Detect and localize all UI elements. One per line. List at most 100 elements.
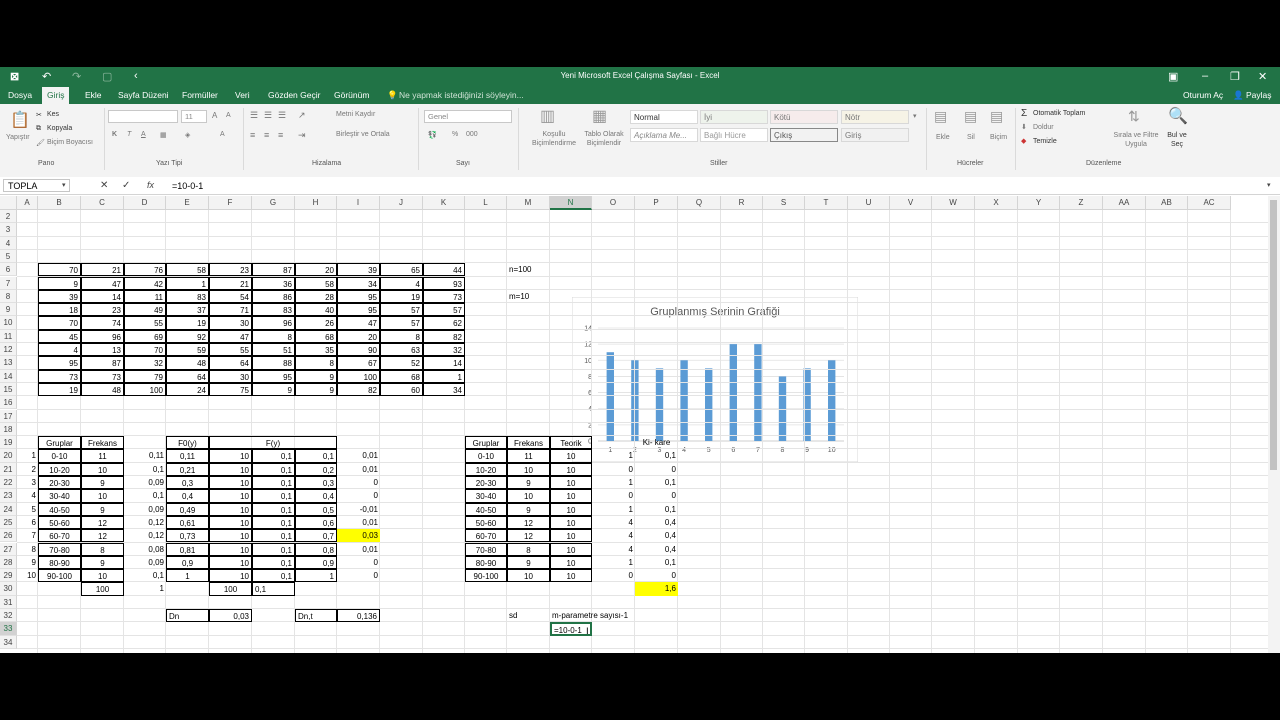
column-header[interactable]: U [848,196,890,210]
freq-cell[interactable]: 0,21 [166,462,209,476]
freq-cell[interactable]: 0,1 [124,569,166,582]
raw-data-cell[interactable]: 47 [81,276,124,290]
row-header[interactable]: 23 [0,489,17,503]
chi-cell[interactable]: 12 [507,529,550,543]
raw-data-cell[interactable]: 11 [124,289,166,304]
chi-cell[interactable]: 10-20 [465,462,507,476]
row-header[interactable]: 24 [0,502,17,516]
raw-data-cell[interactable]: 14 [81,289,124,304]
raw-data-cell[interactable]: 100 [337,369,380,383]
freq-cell[interactable]: 10 [209,502,252,516]
chi-cell[interactable]: 8 [507,542,550,556]
chi-cell[interactable]: 50-60 [465,515,507,530]
raw-data-cell[interactable]: 64 [166,369,209,383]
chi-cell[interactable]: 0,1 [635,503,678,516]
chart-bar[interactable] [828,360,836,441]
raw-data-cell[interactable]: 32 [423,343,465,357]
dnt-value[interactable]: 0,136 [337,609,380,623]
raw-data-cell[interactable]: 57 [380,316,423,330]
share-button[interactable]: Paylaş [1246,90,1272,100]
raw-data-cell[interactable]: 75 [209,382,252,397]
style-linked-cell[interactable]: Bağlı Hücre [700,128,768,142]
raw-data-cell[interactable]: 69 [124,329,166,343]
chi-cell[interactable]: 9 [507,502,550,516]
freq-cell[interactable]: 0 [337,489,380,502]
column-header[interactable]: W [932,196,975,210]
sign-in-link[interactable]: Oturum Aç [1183,90,1223,100]
minimize-icon[interactable]: – [1202,70,1208,82]
freq-cell[interactable]: 2 [17,463,38,476]
raw-data-cell[interactable]: 95 [337,289,380,304]
format-table-button[interactable]: Tablo Olarak Biçimlendir [580,130,628,148]
raw-data-cell[interactable]: 19 [38,382,81,397]
chi-cell[interactable]: 1 [592,503,635,516]
cut-button[interactable]: Kes [47,111,59,118]
row-header[interactable]: 20 [0,449,17,463]
freq-cell[interactable]: 0,09 [124,476,166,489]
bar-chart[interactable]: Gruplanmış Serinin Grafiği 0246810121412… [572,297,858,462]
name-box-dropdown-icon[interactable]: ▾ [62,181,66,189]
freq-cell[interactable]: 10 [209,449,252,463]
row-header[interactable]: 19 [0,436,17,450]
row-header[interactable]: 10 [0,316,17,330]
chi-cell[interactable]: 10 [550,502,592,516]
raw-data-cell[interactable]: 19 [166,316,209,330]
raw-data-cell[interactable]: 68 [295,329,337,343]
raw-data-cell[interactable]: 35 [295,343,337,357]
freq-cell[interactable]: 0,1 [124,463,166,476]
row-header[interactable]: 14 [0,369,17,383]
freq-cell[interactable]: 80-90 [38,555,81,570]
column-header[interactable]: S [763,196,805,210]
freq-cell[interactable]: 0,73 [166,529,209,543]
freq-cell[interactable]: 9 [81,555,124,570]
freq-cell[interactable]: 9 [17,556,38,569]
freq-cell[interactable]: 0,03 [337,529,380,543]
tab-home[interactable]: Giriş [42,87,70,104]
column-header[interactable]: N [550,196,592,210]
freq-cell[interactable]: 0 [337,476,380,489]
chart-bar[interactable] [655,368,664,441]
row-header[interactable]: 6 [0,263,17,277]
column-header[interactable]: E [166,196,209,210]
chi-cell[interactable]: 1 [592,476,635,489]
freq-cell[interactable]: 10 [209,529,252,543]
raw-data-cell[interactable]: 74 [81,316,124,330]
row-header[interactable]: 25 [0,515,17,530]
chart-bar[interactable] [754,344,762,441]
chi-cell[interactable]: 10 [550,462,592,476]
border-icon[interactable]: ▦ [160,131,167,139]
freq-cell[interactable]: -0,01 [337,503,380,516]
freq-cell[interactable]: 0,1 [252,515,295,530]
header-fy[interactable]: F(y) [209,436,337,450]
insert-cells-button[interactable]: Ekle [936,134,950,141]
raw-data-cell[interactable]: 21 [81,263,124,277]
raw-data-cell[interactable]: 52 [380,356,423,370]
raw-data-cell[interactable]: 82 [337,382,380,397]
raw-data-cell[interactable]: 20 [337,329,380,343]
chi-cell[interactable]: 0 [592,489,635,502]
wrap-text-button[interactable]: Metni Kaydır [336,111,375,118]
style-explanatory[interactable]: Açıklama Me... [630,128,698,142]
raw-data-cell[interactable]: 93 [423,276,465,290]
raw-data-cell[interactable]: 39 [337,263,380,277]
raw-data-cell[interactable]: 30 [209,316,252,330]
raw-data-cell[interactable]: 87 [252,263,295,277]
chi-header-kikare[interactable]: Ki- kare [635,436,678,449]
align-right-icon[interactable]: ≡ [278,130,283,140]
raw-data-cell[interactable]: 18 [38,303,81,317]
freq-cell[interactable]: 1 [295,569,337,583]
freq-cell[interactable]: 0,1 [252,489,295,503]
raw-data-cell[interactable]: 83 [252,303,295,317]
freq-cell[interactable]: 10 [209,462,252,476]
freq-cell[interactable]: 0,1 [252,555,295,570]
chi-cell[interactable]: 0,4 [635,516,678,529]
row-header[interactable]: 3 [0,223,17,237]
raw-data-cell[interactable]: 8 [295,356,337,370]
column-header[interactable]: C [81,196,124,210]
column-header[interactable]: AC [1188,196,1231,210]
freq-cell[interactable]: 0,11 [124,449,166,462]
row-header[interactable]: 15 [0,382,17,397]
chart-bar[interactable] [680,360,688,441]
freq-cell[interactable]: 0,81 [166,542,209,556]
freq-cell[interactable]: 4 [17,489,38,502]
